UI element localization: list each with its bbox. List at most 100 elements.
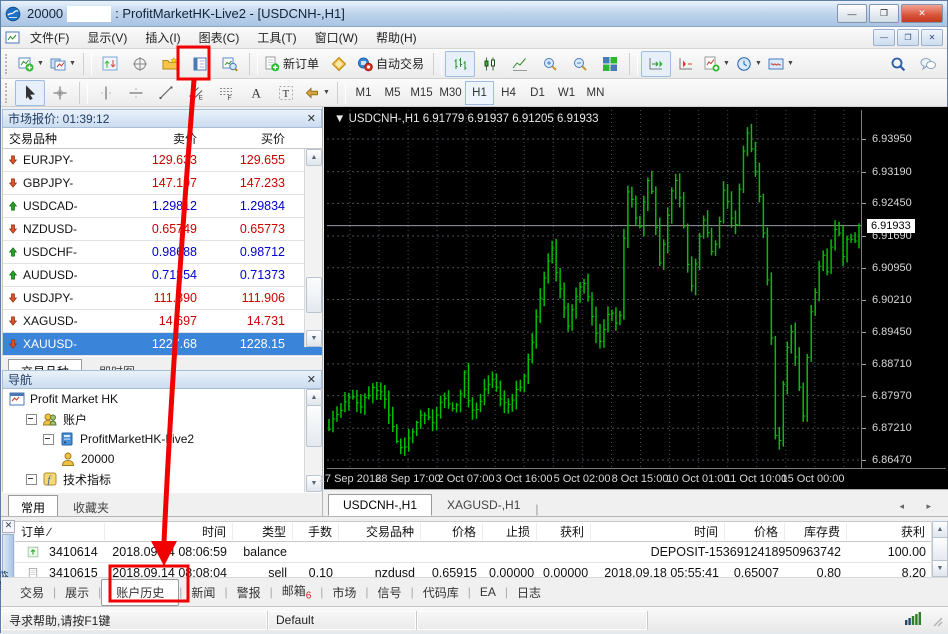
history-column-4[interactable]: 手数 (293, 523, 339, 540)
menu-item-5[interactable]: 工具(T) (248, 27, 305, 48)
fibonacci-button[interactable]: F (211, 80, 241, 106)
indicators-button[interactable]: ▼ (701, 51, 733, 77)
market-watch-row[interactable]: USDJPY-111.890111.906 (3, 287, 322, 310)
trendline-button[interactable] (151, 80, 181, 106)
scroll-up-icon[interactable]: ▲ (306, 149, 322, 166)
history-column-1[interactable]: 订单 ∕ (15, 523, 105, 540)
data-window-button[interactable] (125, 51, 155, 77)
auto-scroll-button[interactable] (641, 51, 671, 77)
market-watch-row[interactable]: USDCAD-1.298121.29834 (3, 195, 322, 218)
terminal-tab-代码库[interactable]: 代码库 (414, 580, 468, 605)
mw-column-2[interactable]: 卖价 (108, 130, 203, 147)
status-profile[interactable]: Default (268, 611, 417, 630)
minimize-button[interactable]: — (837, 4, 867, 23)
chart-time-axis[interactable]: 27 Sep 201828 Sep 17:002 Oct 07:003 Oct … (327, 468, 946, 489)
periods-button[interactable]: ▼ (733, 51, 765, 77)
market-watch-row[interactable]: USDCHF-0.986880.98712 (3, 241, 322, 264)
close-icon[interactable]: ✕ (2, 520, 15, 533)
menu-item-4[interactable]: 图表(C) (190, 27, 249, 48)
autotrading-button[interactable]: 自动交易 (354, 51, 429, 77)
chat-button[interactable] (913, 51, 943, 77)
history-column-8[interactable]: 获利 (537, 523, 591, 540)
timeframe-h4-button[interactable]: H4 (494, 81, 523, 105)
terminal-tab-信号[interactable]: 信号 (369, 580, 411, 605)
horizontal-line-button[interactable] (121, 80, 151, 106)
market-watch-scrollbar[interactable]: ▲▼ (304, 149, 322, 347)
menu-item-2[interactable]: 显示(V) (78, 27, 136, 48)
terminal-scrollbar[interactable]: ▲▼ (931, 521, 948, 577)
scroll-thumb[interactable] (306, 405, 322, 447)
new-chart-button[interactable]: ▼ (15, 51, 47, 77)
equidistant-channel-button[interactable]: E (181, 80, 211, 106)
terminal-tab-邮箱[interactable]: 邮箱6 (273, 578, 321, 605)
timeframe-m1-button[interactable]: M1 (349, 81, 378, 105)
market-watch-row[interactable]: EURJPY-129.633129.655 (3, 149, 322, 172)
menu-item-7[interactable]: 帮助(H) (367, 27, 426, 48)
history-column-7[interactable]: 止损 (483, 523, 537, 540)
market-watch-row[interactable]: AUDUSD-0.713540.71373 (3, 264, 322, 287)
market-watch-row[interactable]: XAGUSD-14.69714.731 (3, 310, 322, 333)
zoom-in-button[interactable] (535, 51, 565, 77)
cursor-button[interactable] (15, 80, 45, 106)
menu-item-3[interactable]: 插入(I) (136, 27, 189, 48)
tree-item-4[interactable]: 20000 (3, 449, 322, 469)
search-button[interactable] (883, 51, 913, 77)
zoom-out-button[interactable] (565, 51, 595, 77)
market-watch-button[interactable] (95, 51, 125, 77)
tile-windows-button[interactable] (595, 51, 625, 77)
scroll-up-icon[interactable]: ▲ (306, 389, 322, 406)
terminal-tab-账户历史[interactable]: 账户历史 (101, 579, 179, 606)
terminal-tab-EA[interactable]: EA (471, 581, 505, 603)
timeframe-d1-button[interactable]: D1 (523, 81, 552, 105)
expander-minus-icon[interactable] (26, 474, 37, 485)
tab-scroll-arrows[interactable]: ◂ ▸ (899, 501, 945, 516)
scroll-thumb[interactable] (932, 537, 948, 561)
history-column-10[interactable]: 价格 (725, 523, 785, 540)
chart-shift-button[interactable] (671, 51, 701, 77)
new-order-button[interactable]: 新订单 (261, 51, 324, 77)
child-minimize-button[interactable]: — (873, 29, 895, 46)
history-column-2[interactable]: 时间 (105, 523, 233, 540)
terminal-tab-警报[interactable]: 警报 (228, 580, 270, 605)
expander-minus-icon[interactable] (43, 434, 54, 445)
restore-button[interactable]: ❐ (869, 4, 899, 23)
tree-item-2[interactable]: 账户 (3, 409, 322, 429)
tree-item-3[interactable]: ProfitMarketHK-Live2 (3, 429, 322, 449)
crosshair-button[interactable] (45, 80, 75, 106)
chart-price-axis[interactable]: 6.939506.931906.924506.916906.909506.902… (861, 110, 947, 468)
terminal-tab-市场[interactable]: 市场 (323, 580, 365, 605)
history-column-3[interactable]: 类型 (233, 523, 293, 540)
history-column-12[interactable]: 获利 (847, 523, 932, 540)
profiles-button[interactable]: ▼ (47, 51, 79, 77)
close-icon[interactable]: ✕ (307, 112, 316, 125)
history-column-6[interactable]: 价格 (421, 523, 483, 540)
history-column-11[interactable]: 库存费 (785, 523, 847, 540)
market-watch-row[interactable]: XAUUSD-1227.681228.15 (3, 333, 322, 356)
market-watch-row[interactable]: NZDUSD-0.657490.65773 (3, 218, 322, 241)
mw-column-1[interactable]: 交易品种 (3, 130, 108, 147)
terminal-button[interactable] (185, 51, 215, 77)
arrows-button[interactable]: ▼ (301, 80, 333, 106)
history-column-9[interactable]: 时间 (591, 523, 725, 540)
terminal-tab-新闻[interactable]: 新闻 (182, 580, 224, 605)
timeframe-w1-button[interactable]: W1 (552, 81, 581, 105)
timeframe-mn-button[interactable]: MN (581, 81, 610, 105)
terminal-tab-交易[interactable]: 交易 (11, 580, 53, 605)
mw-column-3[interactable]: 买价 (203, 130, 291, 147)
chart-tab-1[interactable]: USDCNH-,H1 (328, 494, 432, 516)
line-chart-button[interactable] (505, 51, 535, 77)
timeframe-m15-button[interactable]: M15 (407, 81, 436, 105)
candlestick-button[interactable] (475, 51, 505, 77)
expander-minus-icon[interactable] (26, 414, 37, 425)
menu-item-6[interactable]: 窗口(W) (306, 27, 367, 48)
scroll-thumb[interactable] (306, 277, 322, 313)
child-restore-button[interactable]: ❐ (897, 29, 919, 46)
scroll-down-icon[interactable]: ▼ (932, 560, 948, 577)
tree-item-5[interactable]: f技术指标 (3, 469, 322, 489)
terminal-tab-展示[interactable]: 展示 (56, 580, 98, 605)
timeframe-h1-button[interactable]: H1 (465, 81, 494, 105)
text-label-button[interactable]: T (271, 80, 301, 106)
history-row[interactable]: 34106142018.09.14 08:06:59balanceDEPOSIT… (15, 542, 932, 563)
tree-item-1[interactable]: Profit Market HK (3, 389, 322, 409)
resize-grip[interactable] (929, 613, 943, 627)
